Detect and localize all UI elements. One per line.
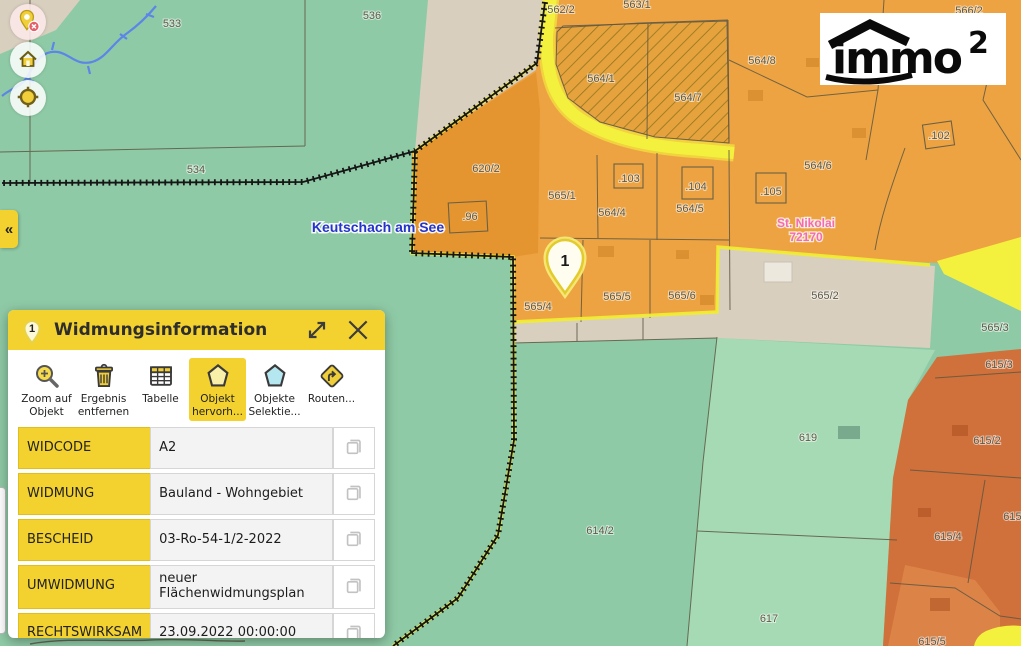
panel-title: Widmungsinformation (54, 320, 291, 340)
parcel-label: 534 (187, 164, 205, 176)
field-label: BESCHEID (18, 519, 150, 561)
pentagon-cyan-icon (260, 361, 290, 391)
field-value: 03-Ro-54-1/2-2022 (150, 519, 333, 561)
parcel-label: 619 (799, 432, 817, 444)
tool-select-objects[interactable]: Objekte Selektie... (246, 358, 303, 421)
pentagon-yellow-icon (203, 361, 233, 391)
locate-button[interactable] (10, 80, 46, 116)
collapse-sidebar-button[interactable]: « (0, 210, 18, 248)
pin-number: 1 (29, 323, 35, 335)
place-label: St. Nikolai (777, 216, 835, 230)
tool-remove-result[interactable]: Ergebnis entfernen (75, 358, 132, 421)
copy-button[interactable] (342, 434, 366, 458)
tool-route[interactable]: Routen... (303, 358, 360, 409)
parcel-label: 536 (363, 10, 381, 22)
parcel-label: .105 (760, 186, 781, 198)
parcel-label: 615/ (1003, 511, 1021, 523)
copy-icon (343, 435, 365, 457)
place-label: 72170 (789, 230, 823, 244)
parcel-label: 615/4 (934, 531, 962, 543)
copy-icon (343, 527, 365, 549)
map-building-green (838, 426, 860, 439)
table-icon (146, 361, 176, 391)
parcel-label: .103 (618, 173, 639, 185)
result-pin-icon: 1 (20, 315, 44, 345)
parcel-label: 565/4 (524, 301, 552, 313)
copy-button[interactable] (342, 573, 366, 597)
parcel-label: 564/8 (748, 55, 776, 67)
parcel-label: 565/1 (548, 190, 576, 202)
tool-highlight-object[interactable]: Objekt hervorh... (189, 358, 246, 421)
info-row: RECHTSWIRKSAM 23.09.2022 00:00:00 (18, 613, 375, 638)
expand-button[interactable] (303, 316, 331, 344)
home-button[interactable] (10, 42, 46, 78)
remove-marker-button[interactable] (10, 4, 46, 40)
immo-logo: immo 2 (820, 13, 1006, 85)
parcel-label: 564/4 (598, 207, 626, 219)
tool-zoom-object[interactable]: Zoom auf Objekt (18, 358, 75, 421)
parcel-label: 565/6 (668, 290, 696, 302)
parcel-label: 533 (163, 18, 181, 30)
logo-text: immo (832, 33, 962, 84)
parcel-label: 620/2 (472, 163, 500, 175)
field-value: Bauland - Wohngebiet (150, 473, 333, 515)
info-row: UMWIDMUNG neuer Flächenwidmungsplan (18, 565, 375, 609)
info-table: WIDCODE A2 WIDMUNG Bauland - Wohngebiet … (18, 423, 375, 638)
home-icon (16, 47, 40, 74)
copy-icon (343, 621, 365, 638)
magnifier-plus-icon (32, 361, 62, 391)
parcel-label: 563/1 (623, 0, 651, 11)
panel-toolbar: Zoom auf Objekt Ergebnis entfernen Tabel… (8, 350, 385, 423)
trash-icon (89, 361, 119, 391)
info-row: BESCHEID 03-Ro-54-1/2-2022 (18, 519, 375, 561)
field-value: A2 (150, 427, 333, 469)
parcel-label: 564/1 (587, 73, 615, 85)
field-label: UMWIDMUNG (18, 565, 150, 609)
marker-remove-icon (15, 8, 41, 37)
copy-icon (343, 574, 365, 596)
map-building-gray (764, 262, 792, 282)
parcel-label: 614/2 (586, 525, 614, 537)
close-icon (345, 317, 371, 343)
logo-exponent: 2 (968, 26, 989, 61)
info-row: WIDCODE A2 (18, 427, 375, 469)
tool-table[interactable]: Tabelle (132, 358, 189, 409)
route-sign-icon (317, 361, 347, 391)
parcel-label: 615/3 (985, 359, 1013, 371)
close-button[interactable] (343, 315, 373, 345)
panel-titlebar: 1 Widmungsinformation (8, 310, 385, 350)
field-label: WIDCODE (18, 427, 150, 469)
info-panel: 1 Widmungsinformation (8, 310, 385, 638)
copy-button[interactable] (342, 620, 366, 638)
info-row: WIDMUNG Bauland - Wohngebiet (18, 473, 375, 515)
parcel-label: 615/5 (918, 636, 946, 646)
parcel-label: .102 (928, 130, 949, 142)
field-label: RECHTSWIRKSAM (18, 613, 150, 638)
parcel-label: .104 (685, 181, 706, 193)
parcel-label: 564/5 (676, 203, 704, 215)
field-value: 23.09.2022 00:00:00 (150, 613, 333, 638)
parcel-label: .96 (462, 211, 477, 223)
logo: immo 2 (820, 13, 1006, 85)
field-label: WIDMUNG (18, 473, 150, 515)
place-label: Keutschach am See (312, 219, 444, 235)
marker-number: 1 (561, 253, 570, 270)
field-value: neuer Flächenwidmungsplan (150, 565, 333, 609)
expand-icon (305, 318, 329, 342)
background-dialog-edge (0, 487, 6, 634)
parcel-label: 617 (760, 613, 778, 625)
copy-button[interactable] (342, 526, 366, 550)
map-controls (10, 4, 46, 116)
copy-icon (343, 481, 365, 503)
parcel-label: 564/7 (674, 92, 702, 104)
locate-icon (15, 84, 41, 113)
parcel-label: 565/2 (811, 290, 839, 302)
parcel-label: 615/2 (973, 435, 1001, 447)
parcel-label: 565/3 (981, 322, 1009, 334)
copy-button[interactable] (342, 480, 366, 504)
parcel-label: 562/2 (547, 4, 575, 16)
parcel-label: 565/5 (603, 291, 631, 303)
parcel-label: 564/6 (804, 160, 832, 172)
